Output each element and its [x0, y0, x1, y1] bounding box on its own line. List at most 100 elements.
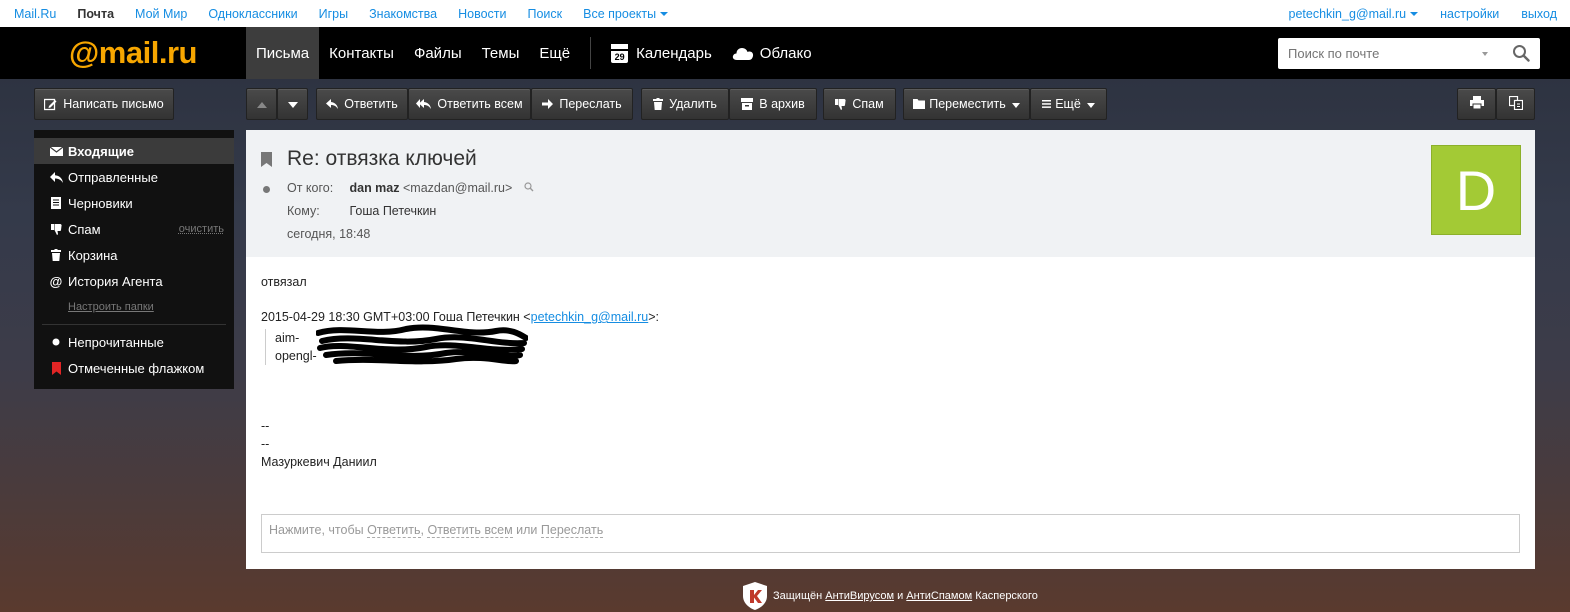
trash-icon — [653, 98, 664, 110]
portal-link-dating[interactable]: Знакомства — [369, 7, 437, 21]
reply-all-label: Ответить всем — [437, 97, 523, 111]
portal-link-mailru[interactable]: Mail.Ru — [14, 7, 56, 21]
folder-label: История Агента — [68, 273, 163, 289]
sender-email[interactable]: <mazdan@mail.ru> — [403, 181, 512, 195]
move-button[interactable]: Переместить — [903, 88, 1030, 120]
user-menu[interactable]: petechkin_g@mail.ru — [1289, 7, 1419, 21]
portal-link-odnoklassniki[interactable]: Одноклассники — [208, 7, 297, 21]
folder-label: Спам — [68, 221, 101, 237]
print-button[interactable] — [1457, 88, 1496, 120]
antispam-link[interactable]: АнтиСпамом — [906, 590, 972, 602]
chevron-down-icon — [1086, 97, 1095, 111]
main-nav: Письма Контакты Файлы Темы Ещё 29 Календ… — [246, 27, 822, 79]
search-input[interactable] — [1288, 46, 1478, 61]
filter-flagged[interactable]: Отмеченные флажком — [34, 355, 234, 381]
nav-more[interactable]: Ещё — [529, 27, 580, 79]
trash-icon — [49, 249, 63, 261]
from-label: От кого: — [287, 181, 334, 195]
reply-button[interactable]: Ответить — [316, 88, 408, 120]
reply-prompt: Нажмите, чтобы — [269, 523, 364, 537]
cloud-label: Облако — [759, 44, 812, 62]
logout-link[interactable]: выход — [1521, 7, 1557, 21]
quick-reply-box[interactable]: Нажмите, чтобы Ответить, Ответить всем и… — [261, 514, 1520, 553]
clean-spam-link[interactable]: очистить — [179, 223, 224, 235]
sender-name[interactable]: dan maz — [349, 181, 399, 195]
delete-label: Удалить — [669, 97, 717, 111]
nav-contacts[interactable]: Контакты — [319, 27, 404, 79]
logo-dot: . — [158, 35, 168, 70]
portal-link-all-projects[interactable]: Все проекты — [583, 7, 669, 21]
portal-bar: Mail.Ru Почта Мой Мир Одноклассники Игры… — [0, 0, 1570, 27]
folder-agent-history[interactable]: @ История Агента — [34, 268, 234, 294]
nav-calendar[interactable]: 29 Календарь — [601, 27, 722, 79]
logo-ru: ru — [166, 35, 198, 70]
quick-reply-link[interactable]: Ответить — [367, 523, 421, 538]
logo-mail: mail — [98, 35, 160, 70]
recipient-name[interactable]: Гоша Петечкин — [349, 204, 436, 218]
arrow-up-icon — [256, 97, 267, 111]
portal-link-news[interactable]: Новости — [458, 7, 506, 21]
letter-body-text: отвязал — [261, 275, 307, 289]
reply-all-button[interactable]: Ответить всем — [408, 88, 531, 120]
signature-line: -- — [261, 437, 270, 451]
folder-icon — [913, 99, 926, 109]
portal-link-search[interactable]: Поиск — [528, 7, 563, 21]
more-actions-button[interactable]: Ещё — [1030, 88, 1107, 120]
folder-trash[interactable]: Корзина — [34, 242, 234, 268]
folder-drafts[interactable]: Черновики — [34, 190, 234, 216]
signature-name: Мазуркевич Даниил — [261, 455, 377, 469]
search-dropdown-icon[interactable] — [1482, 51, 1488, 56]
setup-folders-link[interactable]: Настроить папки — [34, 294, 234, 320]
folder-spam[interactable]: Спам очистить — [34, 216, 234, 242]
search-icon[interactable] — [524, 182, 534, 192]
forward-button[interactable]: Переслать — [531, 88, 633, 120]
avatar: D — [1431, 145, 1521, 235]
portal-link-my-world[interactable]: Мой Мир — [135, 7, 187, 21]
search-icon[interactable] — [1512, 44, 1530, 65]
quote-header: 2015-04-29 18:30 GMT+03:00 Гоша Петечкин… — [261, 310, 659, 324]
menu-lines-icon — [1042, 100, 1052, 108]
portal-links: Mail.Ru Почта Мой Мир Одноклассники Игры… — [0, 7, 689, 21]
mailru-logo[interactable]: @mail.ru — [0, 27, 246, 79]
nav-cloud[interactable]: Облако — [722, 27, 822, 79]
spam-button[interactable]: Спам — [823, 88, 896, 120]
nav-divider — [590, 37, 592, 69]
thread-toggle-button[interactable] — [1496, 88, 1535, 120]
delete-button[interactable]: Удалить — [641, 88, 729, 120]
logo-text: @mail.ru — [69, 35, 197, 71]
pencil-icon — [44, 98, 57, 111]
archive-button[interactable]: В архив — [729, 88, 817, 120]
protected-text: Защищён — [773, 590, 823, 602]
read-status-dot[interactable] — [263, 186, 270, 193]
nav-themes[interactable]: Темы — [472, 27, 530, 79]
quoted-text: aim- opengl- — [265, 329, 317, 365]
quick-reply-all-link[interactable]: Ответить всем — [427, 523, 513, 538]
move-label: Переместить — [929, 97, 1006, 111]
cloud-icon — [732, 46, 754, 61]
calendar-label: Календарь — [636, 44, 712, 62]
flag-icon[interactable] — [261, 152, 272, 170]
portal-link-games[interactable]: Игры — [319, 7, 348, 21]
quote-line: aim- — [275, 331, 300, 345]
at-icon: @ — [49, 273, 63, 289]
nav-letters[interactable]: Письма — [246, 27, 320, 79]
prev-letter-button[interactable] — [246, 88, 277, 120]
folder-inbox[interactable]: Входящие — [34, 138, 234, 164]
folder-sent[interactable]: Отправленные — [34, 164, 234, 190]
user-email: petechkin_g@mail.ru — [1288, 6, 1407, 21]
filter-unread[interactable]: Непрочитанные — [34, 329, 234, 355]
nav-files[interactable]: Файлы — [404, 27, 472, 79]
signature-line: -- — [261, 419, 270, 433]
compose-button[interactable]: Написать письмо — [34, 88, 174, 120]
redaction-scribble — [316, 324, 528, 365]
portal-link-mail[interactable]: Почта — [77, 7, 114, 21]
settings-link[interactable]: настройки — [1440, 7, 1499, 21]
reply-icon — [49, 171, 63, 183]
quote-email-link[interactable]: petechkin_g@mail.ru — [531, 310, 649, 324]
folder-label: Корзина — [68, 247, 118, 263]
chevron-down-icon — [1011, 97, 1020, 111]
next-letter-button[interactable] — [277, 88, 308, 120]
quick-forward-link[interactable]: Переслать — [540, 523, 604, 538]
antivirus-link[interactable]: АнтиВирусом — [825, 590, 894, 602]
thumbs-down-icon — [835, 98, 846, 110]
